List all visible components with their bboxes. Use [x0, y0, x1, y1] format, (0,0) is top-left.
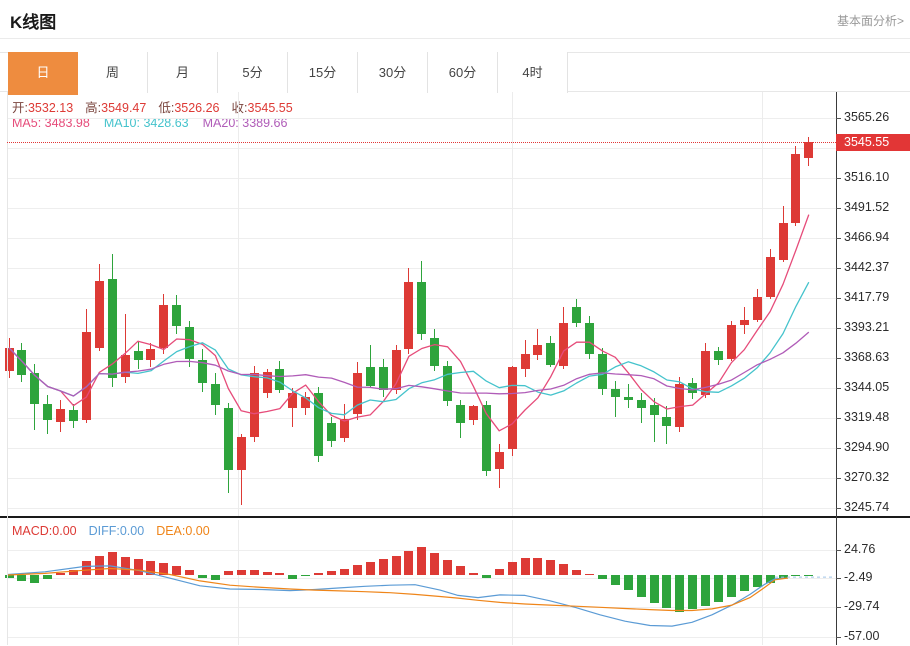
- macd-axis-label: -2.49: [844, 570, 873, 584]
- price-axis-label: 3319.48: [844, 410, 889, 424]
- candlestick-pane: [7, 92, 836, 516]
- price-axis-tick: [836, 508, 841, 509]
- macd-axis-tick: [836, 637, 841, 638]
- price-axis-label: 3245.74: [844, 500, 889, 514]
- macd-axis-label: -29.74: [844, 599, 879, 613]
- price-axis-tick: [836, 478, 841, 479]
- price-axis-label: 3344.05: [844, 380, 889, 394]
- period-tab-4[interactable]: 15分: [288, 52, 358, 93]
- period-tabbar: 日周月5分15分30分60分4时: [0, 52, 910, 92]
- fundamental-analysis-link[interactable]: 基本面分析>: [837, 12, 904, 29]
- price-axis-label: 3442.37: [844, 260, 889, 274]
- macd-axis-label: -57.00: [844, 629, 879, 643]
- plot-left-border: [7, 92, 8, 645]
- kline-widget: K线图 基本面分析> 日周月5分15分30分60分4时 开:3532.13高:3…: [0, 0, 910, 646]
- macd-axis-label: 24.76: [844, 542, 875, 556]
- period-tab-0[interactable]: 日: [8, 52, 78, 95]
- page-title: K线图: [10, 8, 56, 33]
- ma10-line: [9, 282, 809, 415]
- price-axis-label: 3516.10: [844, 170, 889, 184]
- price-axis-label: 3417.79: [844, 290, 889, 304]
- macd-axis-tick: [836, 607, 841, 608]
- ma-lines-layer: [7, 92, 836, 516]
- price-axis-tick: [836, 418, 841, 419]
- price-axis-tick: [836, 328, 841, 329]
- price-axis-tick: [836, 178, 841, 179]
- pane-divider: [0, 516, 910, 518]
- diff-line: [8, 566, 788, 626]
- price-axis-label: 3368.63: [844, 350, 889, 364]
- price-axis-tick: [836, 268, 841, 269]
- price-axis-label: 3466.94: [844, 230, 889, 244]
- current-price-badge: 3545.55: [836, 134, 910, 151]
- period-tab-3[interactable]: 5分: [218, 52, 288, 93]
- macd-pane: [7, 520, 836, 645]
- ma5-line: [9, 215, 809, 431]
- price-axis-tick: [836, 118, 841, 119]
- period-tab-5[interactable]: 30分: [358, 52, 428, 93]
- dea-line: [8, 569, 788, 611]
- macd-axis-tick: [836, 578, 841, 579]
- price-axis-label: 3270.32: [844, 470, 889, 484]
- price-axis-label: 3491.52: [844, 200, 889, 214]
- period-tab-2[interactable]: 月: [148, 52, 218, 93]
- price-axis-tick: [836, 208, 841, 209]
- price-axis-label: 3294.90: [844, 440, 889, 454]
- price-axis-label: 3393.21: [844, 320, 889, 334]
- price-axis-tick: [836, 298, 841, 299]
- period-tab-1[interactable]: 周: [78, 52, 148, 93]
- price-axis-tick: [836, 448, 841, 449]
- price-axis-tick: [836, 238, 841, 239]
- price-axis-label: 3565.26: [844, 110, 889, 124]
- macd-axis-tick: [836, 550, 841, 551]
- period-tab-6[interactable]: 60分: [428, 52, 498, 93]
- current-price-line: [7, 142, 836, 143]
- macd-lines-layer: [7, 520, 836, 645]
- header-divider: [0, 38, 910, 39]
- price-axis-tick: [836, 388, 841, 389]
- period-tab-7[interactable]: 4时: [498, 52, 568, 93]
- price-axis-line: [836, 92, 837, 645]
- price-axis-tick: [836, 358, 841, 359]
